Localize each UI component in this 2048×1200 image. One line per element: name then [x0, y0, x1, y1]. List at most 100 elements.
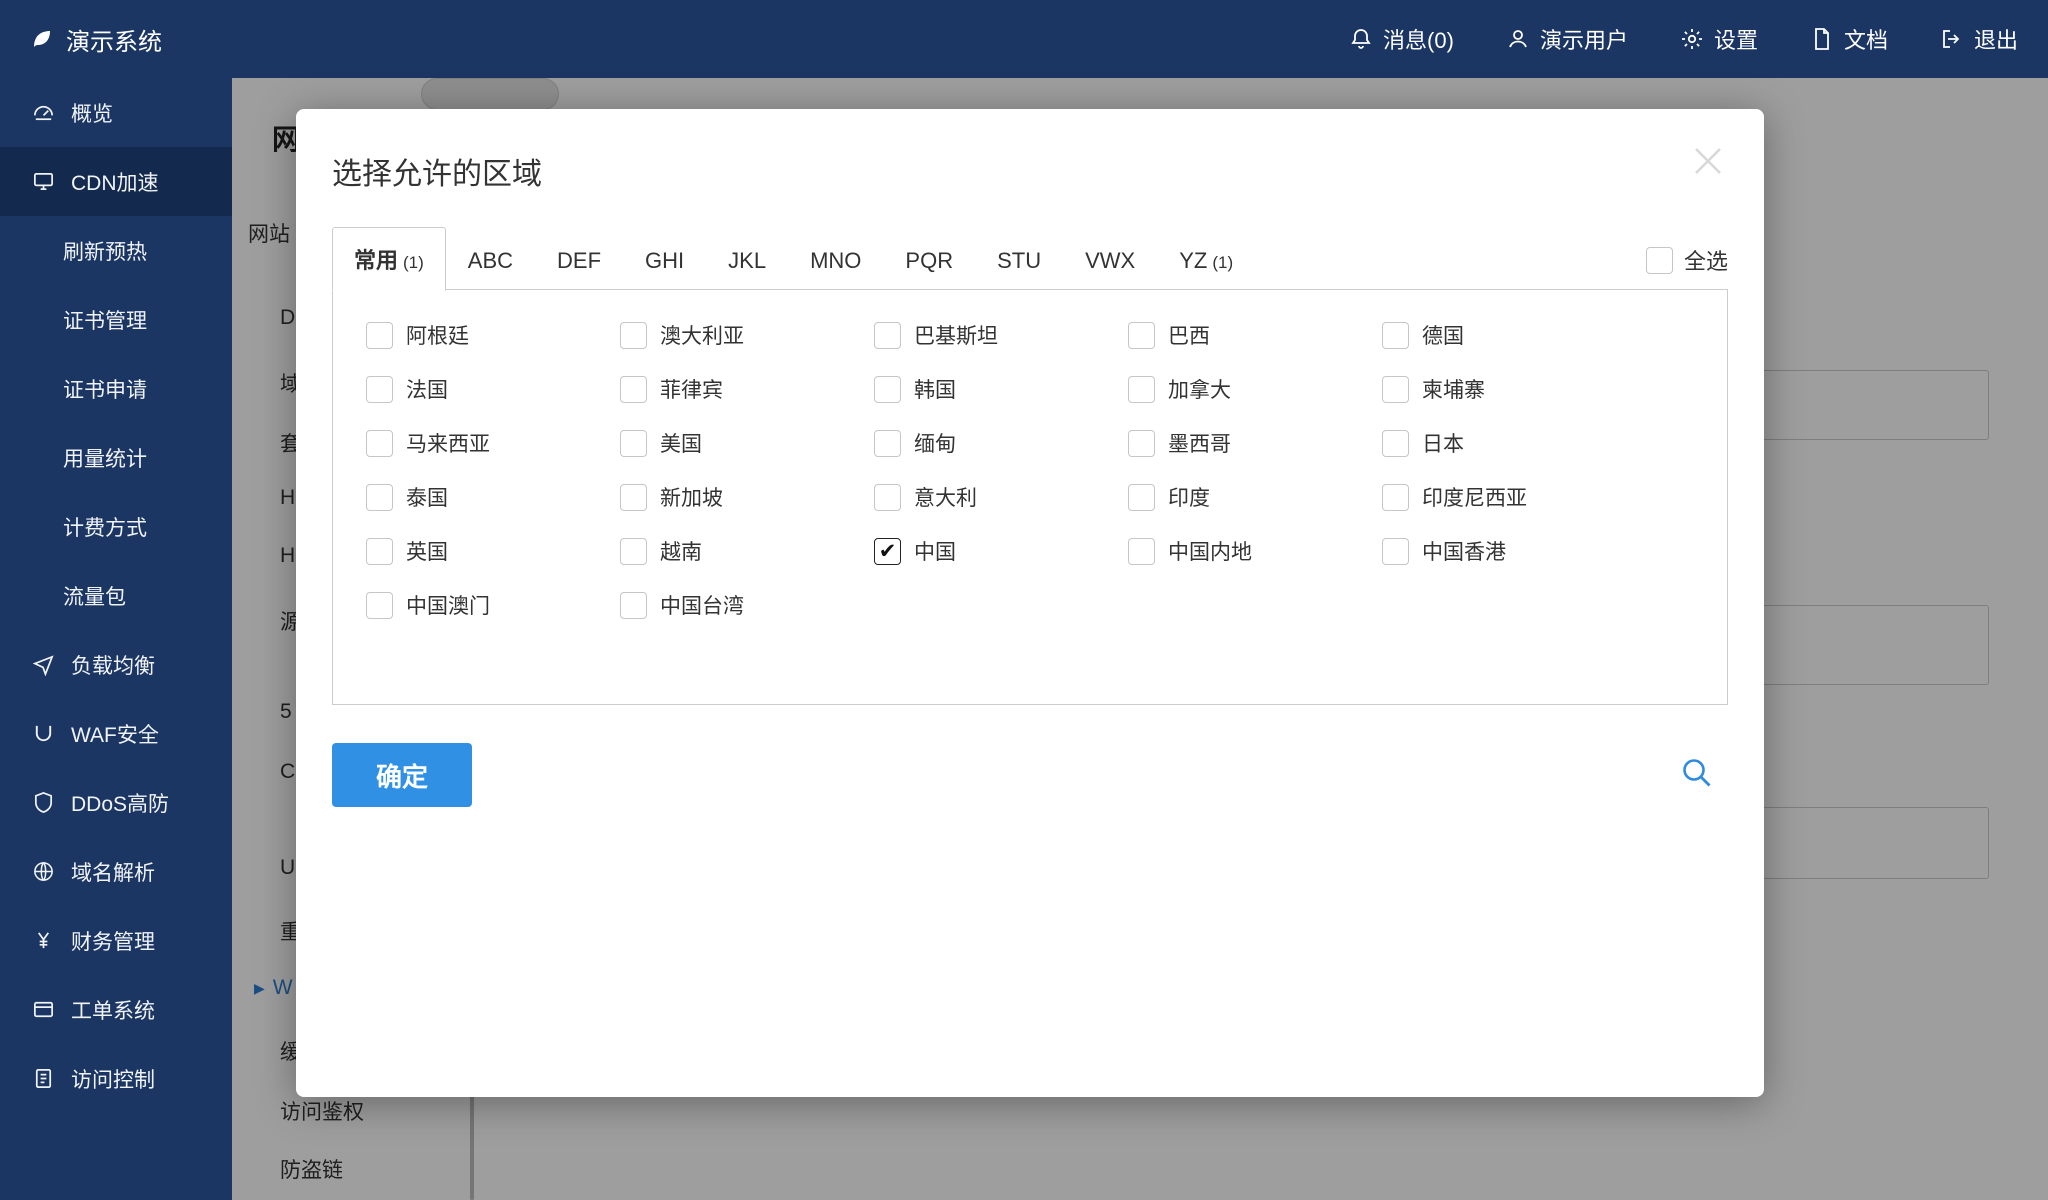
sidebar-item-10[interactable]: DDoS高防 [0, 768, 232, 837]
checkbox[interactable] [1382, 321, 1409, 349]
sidebar-item-label: CDN加速 [71, 171, 159, 195]
sidebar-item-12[interactable]: 财务管理 [0, 906, 232, 975]
checkbox[interactable] [620, 537, 647, 565]
checkbox[interactable] [620, 375, 647, 403]
confirm-button[interactable]: 确定 [332, 743, 472, 807]
region-option[interactable]: 柬埔寨 [1382, 374, 1636, 404]
checkbox[interactable] [366, 429, 393, 457]
checkbox[interactable] [874, 321, 901, 349]
topbar-item-bell[interactable]: 消息(0) [1349, 23, 1454, 55]
region-option[interactable]: 德国 [1382, 320, 1636, 350]
tab-0[interactable]: 常用 (1) [332, 227, 446, 291]
checkbox[interactable] [1128, 429, 1155, 457]
sidebar-item-9[interactable]: WAF安全 [0, 699, 232, 768]
region-option[interactable]: 缅甸 [874, 428, 1128, 458]
topbar-item-gear[interactable]: 设置 [1680, 23, 1758, 55]
checkbox[interactable] [1128, 537, 1155, 565]
region-option[interactable]: 印度尼西亚 [1382, 482, 1636, 512]
region-option[interactable]: 新加坡 [620, 482, 874, 512]
checkbox[interactable] [620, 483, 647, 511]
region-label: 墨西哥 [1168, 433, 1231, 456]
sidebar-item-5[interactable]: 用量统计 [0, 423, 232, 492]
region-option[interactable]: 意大利 [874, 482, 1128, 512]
region-option[interactable]: 英国 [366, 536, 620, 566]
checkbox[interactable] [1128, 321, 1155, 349]
tab-4[interactable]: JKL [706, 232, 788, 290]
region-option[interactable]: 美国 [620, 428, 874, 458]
checkbox[interactable] [366, 321, 393, 349]
close-icon[interactable] [1684, 137, 1732, 185]
region-option[interactable]: 中国内地 [1128, 536, 1382, 566]
region-label: 缅甸 [914, 433, 956, 456]
topbar-item-user[interactable]: 演示用户 [1506, 23, 1628, 55]
checkbox[interactable] [366, 537, 393, 565]
sidebar-item-7[interactable]: 流量包 [0, 561, 232, 630]
tab-2[interactable]: DEF [535, 232, 623, 290]
checkbox[interactable] [1382, 483, 1409, 511]
checkbox[interactable] [366, 591, 393, 619]
tab-7[interactable]: STU [975, 232, 1063, 290]
region-option[interactable]: 韩国 [874, 374, 1128, 404]
checkbox[interactable] [1128, 375, 1155, 403]
region-option[interactable]: 法国 [366, 374, 620, 404]
topbar-item-document[interactable]: 文档 [1810, 23, 1888, 55]
tab-label: STU [997, 248, 1042, 273]
region-label: 美国 [660, 433, 702, 456]
checkbox[interactable] [874, 429, 901, 457]
checkbox[interactable] [620, 429, 647, 457]
sidebar-item-1[interactable]: CDN加速 [0, 147, 232, 216]
search-icon[interactable] [1680, 756, 1714, 795]
region-option[interactable]: 中国台湾 [620, 590, 874, 620]
sidebar-item-14[interactable]: 访问控制 [0, 1044, 232, 1113]
region-option[interactable]: 巴西 [1128, 320, 1382, 350]
tab-label: PQR [905, 248, 954, 273]
sidebar-item-2[interactable]: 刷新预热 [0, 216, 232, 285]
sidebar-item-11[interactable]: 域名解析 [0, 837, 232, 906]
checkbox[interactable] [620, 321, 647, 349]
region-option[interactable]: 越南 [620, 536, 874, 566]
region-option[interactable]: 中国香港 [1382, 536, 1636, 566]
checkbox-checked[interactable] [874, 537, 901, 565]
tab-9[interactable]: YZ (1) [1157, 232, 1255, 290]
tab-6[interactable]: PQR [883, 232, 975, 290]
region-option[interactable]: 澳大利亚 [620, 320, 874, 350]
tabs: 常用 (1) ABC DEF GHI JKL MNO PQR STU VWX YZ (1) [332, 227, 1255, 291]
sidebar-item-0[interactable]: 概览 [0, 78, 232, 147]
sidebar-item-6[interactable]: 计费方式 [0, 492, 232, 561]
tab-3[interactable]: GHI [623, 232, 706, 290]
region-option[interactable]: 中国澳门 [366, 590, 620, 620]
tab-8[interactable]: VWX [1063, 232, 1157, 290]
checkbox[interactable] [874, 483, 901, 511]
region-option[interactable]: 中国 [874, 536, 1128, 566]
sidebar-item-3[interactable]: 证书管理 [0, 285, 232, 354]
region-option[interactable]: 马来西亚 [366, 428, 620, 458]
sidebar-item-4[interactable]: 证书申请 [0, 354, 232, 423]
region-option[interactable]: 菲律宾 [620, 374, 874, 404]
checkbox[interactable] [874, 375, 901, 403]
brand[interactable]: 演示系统 [30, 22, 162, 57]
checkbox[interactable] [1382, 537, 1409, 565]
region-option[interactable]: 阿根廷 [366, 320, 620, 350]
region-option[interactable]: 日本 [1382, 428, 1636, 458]
region-option[interactable]: 印度 [1128, 482, 1382, 512]
checkbox[interactable] [1382, 429, 1409, 457]
topbar-item-label: 设置 [1713, 28, 1758, 53]
region-option[interactable]: 加拿大 [1128, 374, 1382, 404]
select-all-checkbox[interactable] [1645, 246, 1673, 274]
checkbox[interactable] [620, 591, 647, 619]
tab-5[interactable]: MNO [788, 232, 883, 290]
checkbox[interactable] [366, 483, 393, 511]
checkbox[interactable] [1128, 483, 1155, 511]
tab-1[interactable]: ABC [446, 232, 535, 290]
sidebar-item-13[interactable]: 工单系统 [0, 975, 232, 1044]
region-option[interactable]: 巴基斯坦 [874, 320, 1128, 350]
region-option[interactable]: 墨西哥 [1128, 428, 1382, 458]
tab-label: 常用 [354, 248, 399, 273]
checkbox[interactable] [1382, 375, 1409, 403]
sidebar: 概览 CDN加速刷新预热 证书管理 证书申请 用量统计 计费方式 流量包 负载均衡 WAF安全 D… [0, 78, 232, 1200]
region-option[interactable]: 泰国 [366, 482, 620, 512]
checkbox[interactable] [366, 375, 393, 403]
sidebar-item-8[interactable]: 负载均衡 [0, 630, 232, 699]
topbar-item-logout[interactable]: 退出 [1940, 23, 2018, 55]
topbar-item-label: 文档 [1843, 28, 1888, 53]
